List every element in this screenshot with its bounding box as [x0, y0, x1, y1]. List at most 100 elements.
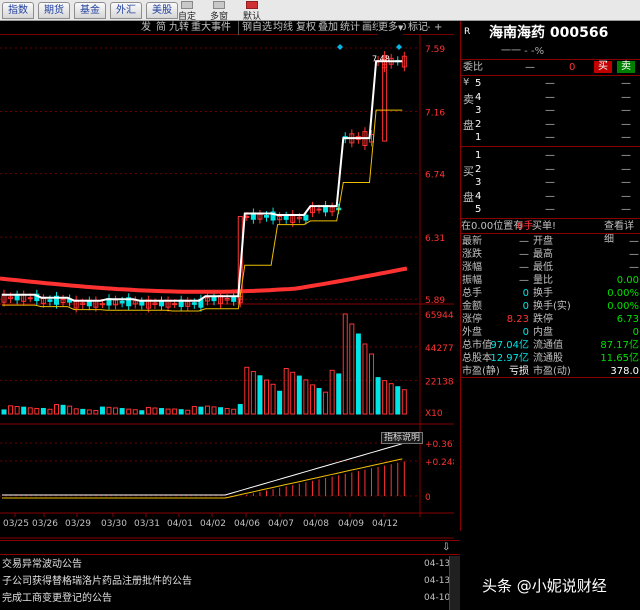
- tab-forex[interactable]: 外汇: [110, 2, 142, 19]
- stat-row: 最新 — 开盘 —: [461, 235, 640, 248]
- tool-fa[interactable]: 发: [141, 21, 151, 35]
- volume-unit-label: X10: [425, 409, 443, 419]
- tool-jian[interactable]: 简: [156, 21, 166, 35]
- sell-level-row[interactable]: 2 — —: [461, 118, 640, 131]
- volume-bar: [106, 406, 112, 415]
- stat-row: 振幅 — 量比 0.00: [461, 274, 640, 287]
- sell-level-price: —: [545, 91, 555, 103]
- volume-bar: [369, 353, 374, 415]
- news-scrollbar[interactable]: [449, 556, 460, 610]
- tab-funds[interactable]: 基金: [74, 2, 106, 19]
- volume-bar: [277, 390, 283, 415]
- default-button[interactable]: 默认: [236, 0, 268, 22]
- stat-value: 0.00%: [607, 301, 639, 312]
- volume-bar: [152, 407, 158, 415]
- tool-mark[interactable]: 标记: [408, 21, 428, 35]
- stat-label: 换手: [533, 288, 553, 299]
- candle-body: [27, 297, 33, 300]
- volume-bar: [172, 408, 178, 415]
- tool-jiuzhuan[interactable]: 九转: [169, 21, 189, 35]
- volume-bar: [126, 408, 132, 415]
- stat-label: 涨停: [462, 314, 482, 325]
- panel-header: R 海南海药 000566: [461, 24, 640, 42]
- sell-button[interactable]: 卖: [617, 61, 635, 73]
- tool-ma[interactable]: 均线: [273, 21, 293, 35]
- more-menu[interactable]: 更多▼: [378, 21, 404, 35]
- stat-value: 11.65亿: [600, 353, 639, 364]
- buy-level-row[interactable]: 1 — —: [461, 149, 640, 162]
- buy-level-row[interactable]: 3 — —: [461, 176, 640, 189]
- news-item[interactable]: 交易异常波动公告: [2, 556, 412, 573]
- buy-level-row[interactable]: 2 — —: [461, 163, 640, 176]
- sell-level-row[interactable]: 3 — —: [461, 104, 640, 117]
- buy-side-label: 盘: [463, 191, 474, 204]
- event-marker-icon: [396, 44, 402, 50]
- buy-level-vol: —: [621, 150, 631, 161]
- indicator-line-dif: [2, 443, 403, 496]
- stat-label: 跌停: [533, 314, 553, 325]
- tool-zoom-in[interactable]: +: [434, 21, 442, 35]
- tool-stats[interactable]: 统计: [340, 21, 360, 35]
- sell-level-vol: —: [621, 132, 631, 144]
- stat-label: 开盘: [533, 236, 553, 247]
- volume-bar: [73, 408, 79, 415]
- tool-zoom-out[interactable]: -: [427, 21, 431, 35]
- candle-body: [47, 299, 53, 302]
- stat-row: 金额 0 换手(实) 0.00%: [461, 300, 640, 313]
- event-marker-icon: [337, 44, 343, 50]
- tool-adjust[interactable]: 复权: [296, 21, 316, 35]
- volume-bar: [388, 383, 394, 415]
- stat-value: 6.73: [616, 314, 639, 325]
- download-icon[interactable]: ⇩: [442, 542, 450, 553]
- buy-level-row[interactable]: 5 — —: [461, 203, 640, 216]
- stat-value: —: [519, 236, 529, 247]
- buy-level-num: 1: [475, 150, 482, 161]
- sell-level-row[interactable]: 1 — —: [461, 131, 640, 144]
- volume-bar: [8, 405, 14, 415]
- volume-bar: [86, 409, 92, 415]
- sell-level-num: 1: [475, 132, 482, 144]
- stat-row: 总股本 12.97亿 流通股 11.65亿: [461, 352, 640, 365]
- stat-value: 0.00: [616, 275, 639, 286]
- weibi-label: 委比: [463, 62, 483, 73]
- volume-bar: [211, 406, 217, 415]
- kline-chart[interactable]: 7.48 7.59 7.16 6.74 6.31 5.89 65944 44277 22138…: [0, 35, 454, 540]
- tab-futures[interactable]: 期货: [38, 2, 70, 19]
- volume-bar: [1, 409, 7, 415]
- date-axis-label: 03/29: [65, 519, 91, 529]
- sell-level-num: 5: [475, 78, 482, 89]
- date-axis-label: 04/07: [268, 519, 294, 529]
- buy-button[interactable]: 买: [594, 61, 612, 73]
- tool-watchlist[interactable]: 钢自选: [238, 21, 272, 35]
- price-axis-label: 6.31: [425, 234, 445, 244]
- volume-bar: [250, 371, 256, 415]
- candle-body: [191, 302, 197, 305]
- quote-panel: R 海南海药 000566 一一 - -% 委比 — 0 买 卖 5— —4— —3…: [460, 21, 640, 531]
- sell-level-vol: —: [621, 118, 631, 130]
- news-item[interactable]: 完成工商变更登记的公告: [2, 590, 412, 607]
- date-axis-label: 03/25: [3, 519, 29, 529]
- tool-overlay[interactable]: 叠加: [318, 21, 338, 35]
- stat-value: —: [519, 249, 529, 260]
- volume-bar: [139, 410, 145, 415]
- buy-level-num: 3: [475, 177, 482, 189]
- watermark: 头条 @小妮说财经: [482, 577, 607, 595]
- volume-bar: [257, 375, 263, 415]
- multi-window-button[interactable]: 多窗: [203, 0, 235, 22]
- volume-bar: [329, 369, 335, 415]
- sell-level-row[interactable]: 5 — —: [461, 77, 640, 90]
- news-item[interactable]: 子公司获得替格瑞洛片药品注册批件的公告: [2, 573, 412, 590]
- price-change-text: 一一 - -%: [501, 46, 545, 57]
- tab-index[interactable]: 指数: [2, 2, 34, 19]
- buy-level-vol: —: [621, 163, 631, 175]
- stat-value: 0: [632, 327, 639, 338]
- tool-major-events[interactable]: 重大事件: [191, 21, 231, 35]
- candle-body: [159, 300, 164, 307]
- buy-level-row[interactable]: 4 — —: [461, 190, 640, 203]
- price-axis-label: 7.59: [425, 45, 445, 55]
- sell-level-row[interactable]: 4 — —: [461, 91, 640, 104]
- indicator-help-button[interactable]: 指标说明: [381, 432, 423, 444]
- custom-button[interactable]: 自定: [171, 0, 203, 22]
- volume-bar: [14, 405, 20, 415]
- buy-level-vol: —: [621, 204, 631, 216]
